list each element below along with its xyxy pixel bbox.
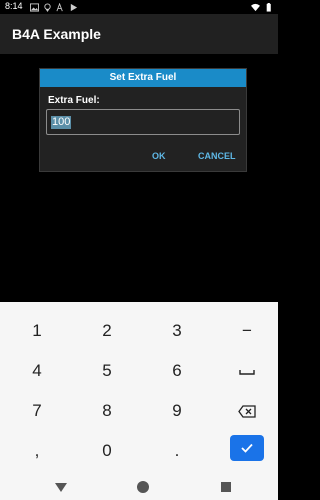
key-8[interactable]: 8 xyxy=(72,392,142,430)
image-icon xyxy=(30,2,39,12)
app-title: B4A Example xyxy=(12,26,101,42)
key-backspace[interactable] xyxy=(212,392,282,430)
recents-icon[interactable] xyxy=(218,479,234,495)
cancel-button[interactable]: CANCEL xyxy=(198,151,236,161)
key-4[interactable]: 4 xyxy=(2,352,72,390)
ok-button[interactable]: OK xyxy=(152,151,166,161)
battery-icon xyxy=(266,2,271,12)
key-comma[interactable]: , xyxy=(2,432,72,470)
location-icon xyxy=(44,2,51,12)
play-store-icon xyxy=(70,3,78,11)
app-bar: B4A Example xyxy=(0,14,278,54)
key-6[interactable]: 6 xyxy=(142,352,212,390)
extra-fuel-dialog: Set Extra Fuel Extra Fuel: 100 OK CANCEL xyxy=(39,68,247,172)
nav-bar xyxy=(0,474,278,500)
enter-key[interactable] xyxy=(230,435,264,461)
key-1[interactable]: 1 xyxy=(2,312,72,350)
back-icon[interactable] xyxy=(53,479,69,495)
key-5[interactable]: 5 xyxy=(72,352,142,390)
numeric-keyboard: 1 2 3 − 4 5 6 7 8 9 , 0 . xyxy=(0,302,278,500)
key-minus[interactable]: − xyxy=(212,312,282,350)
font-icon xyxy=(56,2,63,11)
dialog-title: Set Extra Fuel xyxy=(40,69,246,87)
key-7[interactable]: 7 xyxy=(2,392,72,430)
key-period[interactable]: . xyxy=(142,432,212,470)
status-left-icons xyxy=(30,1,78,13)
status-time: 8:14 xyxy=(5,1,23,11)
enter-check-icon xyxy=(241,443,253,453)
key-space[interactable] xyxy=(212,352,282,390)
key-2[interactable]: 2 xyxy=(72,312,142,350)
wifi-icon xyxy=(251,3,260,11)
extra-fuel-input[interactable]: 100 xyxy=(46,109,240,135)
space-icon xyxy=(239,369,255,375)
key-9[interactable]: 9 xyxy=(142,392,212,430)
extra-fuel-label: Extra Fuel: xyxy=(48,95,100,106)
key-0[interactable]: 0 xyxy=(72,432,142,470)
home-icon[interactable] xyxy=(135,479,151,495)
status-right-icons xyxy=(251,1,273,13)
status-bar: 8:14 xyxy=(0,0,278,14)
key-3[interactable]: 3 xyxy=(142,312,212,350)
backspace-icon xyxy=(238,405,256,418)
extra-fuel-value[interactable]: 100 xyxy=(51,116,72,129)
